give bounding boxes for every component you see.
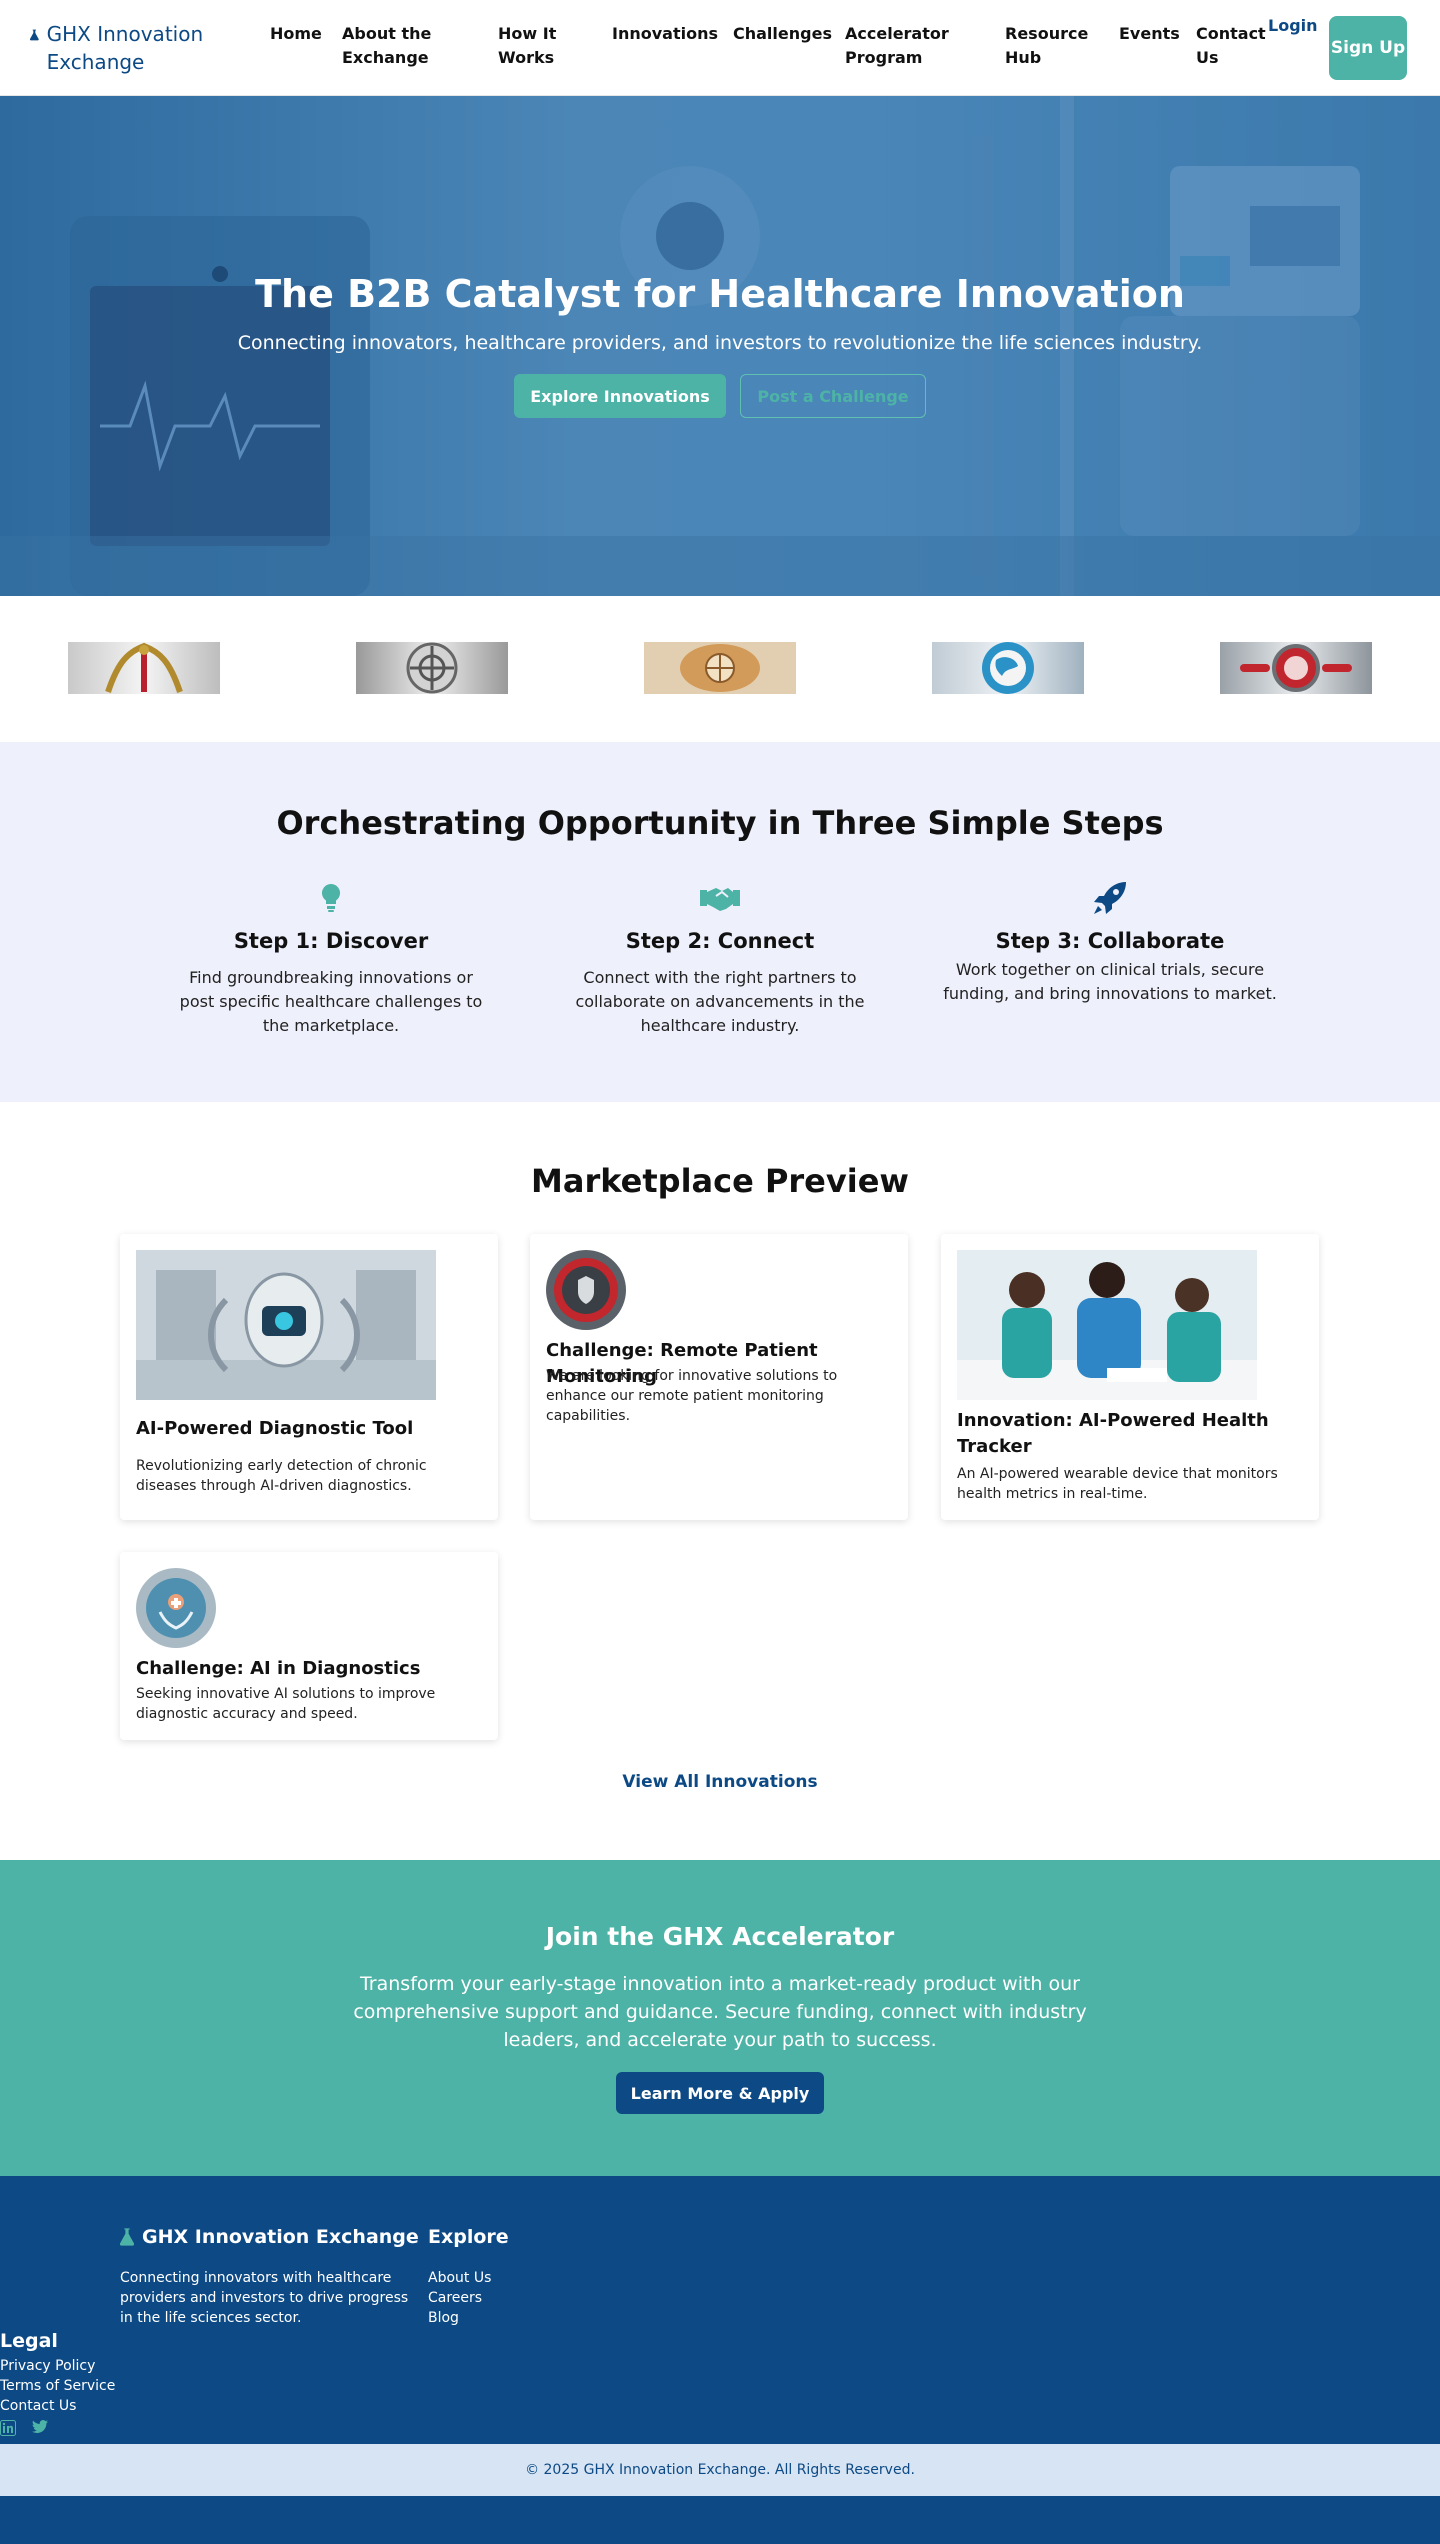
health-tracker-team-image (957, 1250, 1257, 1400)
nav-about[interactable]: About the Exchange (342, 22, 452, 70)
hero-section: The B2B Catalyst for Healthcare Innovati… (0, 96, 1440, 596)
footer-brand-name: GHX Innovation Exchange (142, 2226, 419, 2248)
post-challenge-button[interactable]: Post a Challenge (740, 374, 926, 418)
caduceus-logo (68, 642, 220, 694)
innovation-card[interactable]: Innovation: AI-Powered Health Tracker An… (941, 1234, 1319, 1520)
marketplace-section: Marketplace Preview AI-Powered Diagnosti… (0, 1102, 1440, 1860)
footer-desc: Connecting innovators with healthcare pr… (120, 2270, 409, 2326)
nav-resource-hub[interactable]: Resource Hub (1005, 22, 1095, 70)
red-emblem-logo (1220, 642, 1372, 694)
handshake-icon (700, 888, 740, 911)
challenge-card[interactable]: Challenge: AI in Diagnostics Seeking inn… (120, 1552, 498, 1740)
nav-events[interactable]: Events (1119, 22, 1189, 46)
accelerator-section: Join the GHX Accelerator Transform your … (0, 1860, 1440, 2176)
nav-innovations[interactable]: Innovations (612, 22, 722, 46)
remote-monitoring-badge-image (546, 1250, 626, 1330)
steps-title: Orchestrating Opportunity in Three Simpl… (276, 804, 1164, 842)
step-2-desc: Connect with the right partners to colla… (575, 968, 865, 1035)
step-1-title: Step 1: Discover (233, 929, 429, 953)
view-all-innovations-link[interactable]: View All Innovations (0, 1772, 1440, 1792)
challenge-card[interactable]: Challenge: Remote Patient Monitoring We … (530, 1234, 908, 1520)
globe-logo (932, 642, 1084, 694)
nav-accelerator[interactable]: Accelerator Program (845, 22, 965, 70)
footer-link-about[interactable]: About Us (428, 2268, 491, 2288)
brand-name: GHX Innovation Exchange (46, 22, 204, 74)
nav-challenges[interactable]: Challenges (733, 22, 833, 46)
flask-icon (30, 29, 39, 41)
how-it-works-section: Orchestrating Opportunity in Three Simpl… (0, 742, 1440, 1102)
step-2-title: Step 2: Connect (625, 929, 815, 953)
footer-link-careers[interactable]: Careers (428, 2288, 482, 2308)
footer-link-privacy[interactable]: Privacy Policy (0, 2356, 95, 2376)
card-desc: Seeking innovative AI solutions to impro… (136, 1686, 436, 1722)
linkedin-icon[interactable] (0, 2420, 16, 2436)
footer-link-blog[interactable]: Blog (428, 2308, 459, 2328)
nav-how-it-works[interactable]: How It Works (498, 22, 578, 70)
card-title: Challenge: AI in Diagnostics (136, 1658, 421, 1679)
brand-link[interactable]: GHX Innovation Exchange (30, 20, 220, 76)
diagnostic-robot-image (136, 1250, 436, 1400)
footer-explore-heading: Explore (428, 2226, 509, 2248)
twitter-icon[interactable] (32, 2420, 48, 2434)
hero-subtitle: Connecting innovators, healthcare provid… (237, 332, 1203, 354)
rocket-icon (1094, 882, 1126, 914)
marketplace-title: Marketplace Preview (531, 1162, 909, 1200)
flask-icon (120, 2228, 134, 2246)
card-desc: We are looking for innovative solutions … (546, 1368, 838, 1424)
accelerator-title: Join the GHX Accelerator (545, 1922, 895, 1951)
ai-diagnostics-badge-image (136, 1568, 216, 1648)
accelerator-desc: Transform your early-stage innovation in… (353, 1973, 1087, 2051)
top-nav: GHX Innovation Exchange Home About the E… (0, 0, 1440, 96)
signup-button[interactable]: Sign Up (1329, 16, 1407, 80)
footer-link-contact[interactable]: Contact Us (0, 2396, 76, 2416)
step-3-desc: Work together on clinical trials, secure… (943, 960, 1277, 1003)
partner-logos-section (0, 596, 1440, 742)
nav-home[interactable]: Home (270, 22, 330, 46)
card-title: AI-Powered Diagnostic Tool (136, 1418, 414, 1439)
footer-link-terms[interactable]: Terms of Service (0, 2376, 115, 2396)
nav-contact[interactable]: Contact Us (1196, 22, 1266, 70)
learn-more-apply-button[interactable]: Learn More & Apply (616, 2072, 824, 2114)
step-3-title: Step 3: Collaborate (995, 929, 1225, 953)
lightbulb-icon (321, 883, 341, 912)
celtic-knot-logo (356, 642, 508, 694)
copyright-bar: © 2025 GHX Innovation Exchange. All Righ… (0, 2444, 1440, 2496)
footer: GHX Innovation Exchange Connecting innov… (0, 2176, 1440, 2444)
explore-innovations-button[interactable]: Explore Innovations (514, 374, 726, 418)
footer-legal-heading: Legal (0, 2330, 58, 2352)
step-1-desc: Find groundbreaking innovations or post … (179, 968, 483, 1035)
card-desc: Revolutionizing early detection of chron… (136, 1458, 427, 1494)
ornate-emblem-logo (644, 642, 796, 694)
card-title: Innovation: AI-Powered Health Tracker (957, 1410, 1269, 1457)
innovation-card[interactable]: AI-Powered Diagnostic Tool Revolutionizi… (120, 1234, 498, 1520)
login-link[interactable]: Login (1268, 16, 1318, 35)
card-desc: An AI-powered wearable device that monit… (957, 1466, 1278, 1502)
footer-brand: GHX Innovation Exchange (120, 2226, 419, 2248)
hero-title: The B2B Catalyst for Healthcare Innovati… (255, 272, 1185, 316)
